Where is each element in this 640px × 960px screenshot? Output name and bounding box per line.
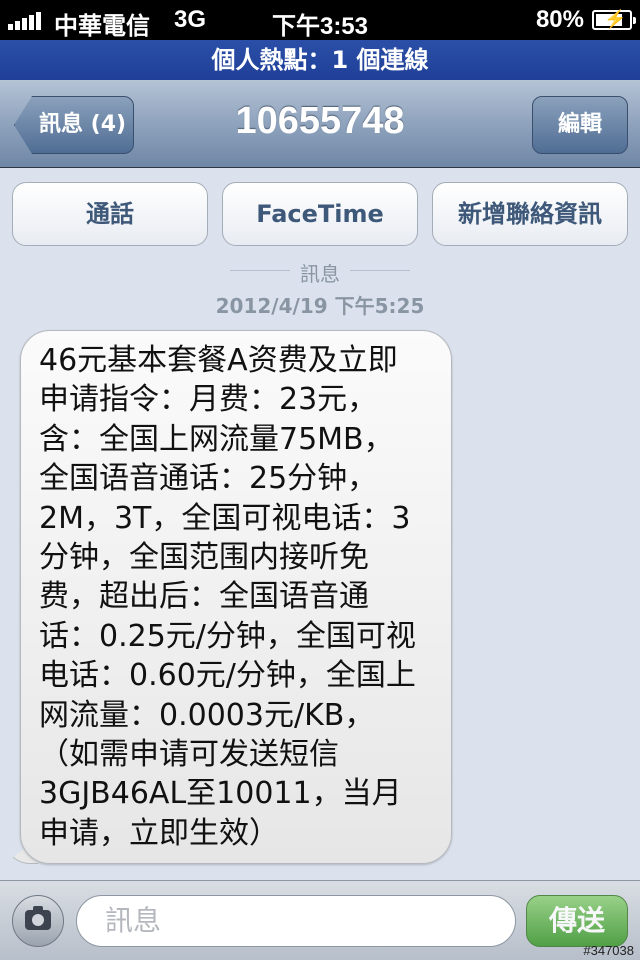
divider — [350, 270, 410, 271]
status-bar: 中華電信 3G 下午3:53 80% ⚡ — [0, 0, 640, 40]
timestamp-date: 2012/4/19 下午5:25 — [215, 294, 425, 318]
charging-bolt-icon: ⚡ — [604, 9, 627, 29]
camera-icon — [25, 906, 51, 930]
call-button[interactable]: 通話 — [12, 182, 208, 246]
battery-icon: ⚡ — [592, 9, 636, 30]
battery-percent: 80% — [535, 6, 584, 33]
add-contact-button[interactable]: 新增聯絡資訊 — [432, 182, 628, 246]
message-input[interactable]: 訊息 — [76, 895, 516, 947]
watermark: #347038 — [583, 943, 634, 958]
incoming-message-bubble[interactable]: 46元基本套餐A资费及立即 申请指令：月费：23元， 含：全国上网流量75MB，… — [20, 330, 452, 864]
personal-hotspot-banner[interactable]: 個人熱點：1 個連線 — [0, 40, 640, 80]
send-button[interactable]: 傳送 — [526, 895, 628, 947]
edit-button[interactable]: 編輯 — [532, 96, 628, 154]
compose-bar: 訊息 傳送 #347038 — [0, 880, 640, 960]
conversation-title: 10655748 — [235, 100, 405, 142]
timestamp-label: 訊息 — [300, 262, 340, 286]
contact-actions: 通話 FaceTime 新增聯絡資訊 — [12, 182, 628, 246]
navigation-bar: 訊息 (4) 10655748 編輯 — [0, 80, 640, 168]
camera-button[interactable] — [12, 895, 64, 947]
message-text: 46元基本套餐A资费及立即 申请指令：月费：23元， 含：全国上网流量75MB，… — [39, 343, 416, 851]
facetime-button[interactable]: FaceTime — [222, 182, 418, 246]
back-to-messages-button[interactable]: 訊息 (4) — [14, 96, 134, 154]
